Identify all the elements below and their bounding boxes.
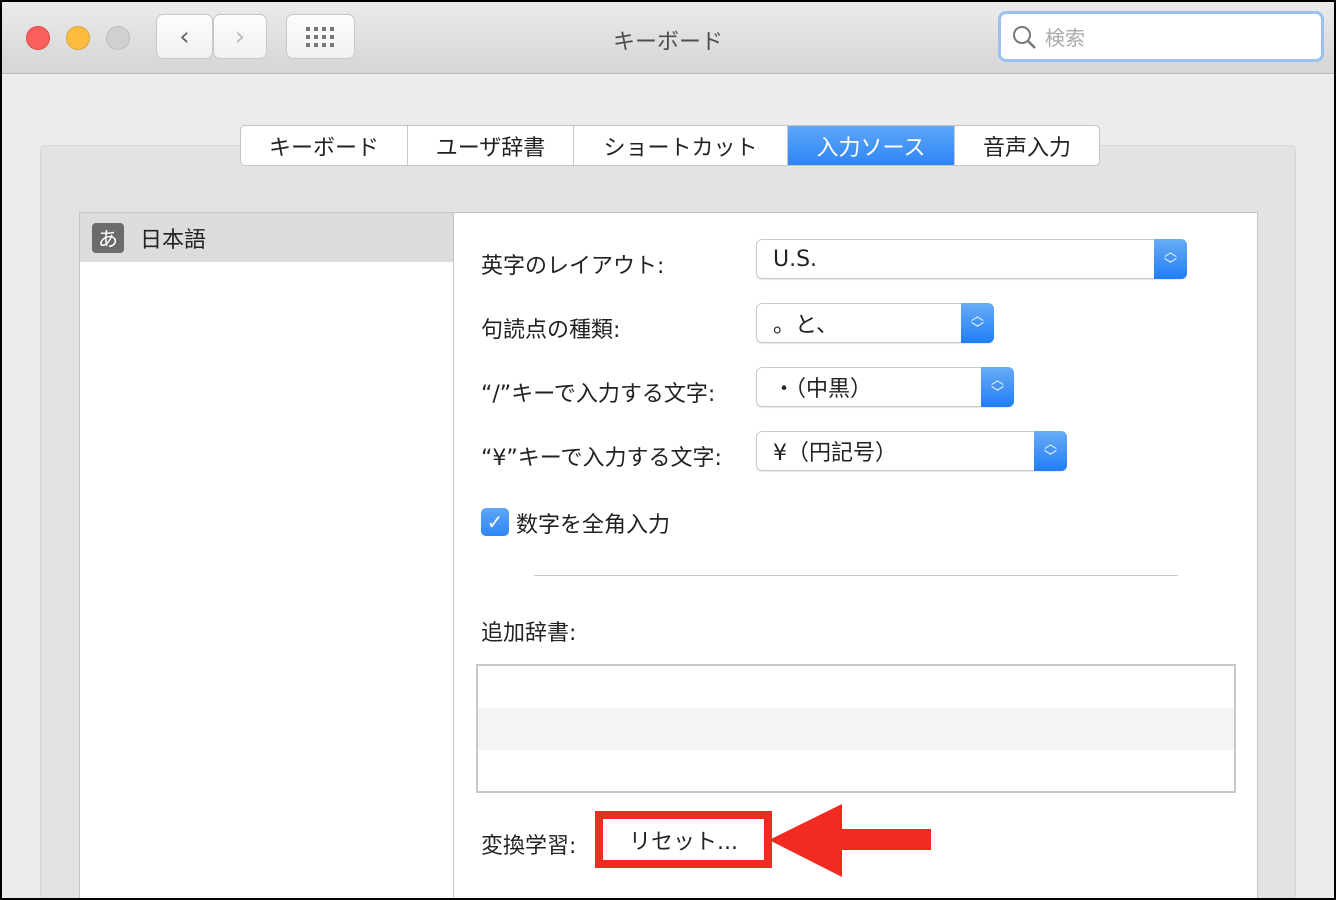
- yen-key-popup[interactable]: ¥（円記号） ︿ ﹀: [756, 431, 1067, 471]
- keyboard-preferences-window: ‹ › キーボード 検索 キーボード ユーザ辞書 ショートカット 入力ソース 音…: [2, 2, 1334, 898]
- conversion-learning-label: 変換学習:: [481, 834, 577, 859]
- tab-bar: キーボード ユーザ辞書 ショートカット 入力ソース 音声入力: [240, 125, 1100, 166]
- annotation-arrow-icon: [769, 804, 931, 877]
- search-placeholder: 検索: [1045, 26, 1085, 50]
- slash-key-popup[interactable]: ・（中黒） ︿ ﹀: [756, 367, 1014, 407]
- punctuation-value: 。と、: [773, 313, 839, 338]
- layout-popup[interactable]: U.S. ︿ ﹀: [756, 239, 1187, 279]
- chevron-updown-icon: ︿ ﹀: [1154, 239, 1187, 279]
- divider: [534, 575, 1178, 576]
- chevron-updown-icon: ︿ ﹀: [961, 303, 994, 343]
- layout-label: 英字のレイアウト:: [481, 254, 665, 279]
- input-source-japanese[interactable]: あ 日本語: [80, 213, 454, 262]
- tab-shortcuts[interactable]: ショートカット: [574, 126, 788, 165]
- tab-user-dictionary[interactable]: ユーザ辞書: [408, 126, 574, 165]
- layout-value: U.S.: [773, 246, 818, 272]
- additional-dictionaries-list[interactable]: [476, 664, 1236, 793]
- chevron-updown-icon: ︿ ﹀: [1034, 431, 1067, 471]
- input-source-list: あ 日本語: [79, 212, 455, 898]
- tab-input-sources[interactable]: 入力ソース: [788, 126, 955, 165]
- yen-key-value: ¥（円記号）: [773, 441, 897, 466]
- search-icon: [1013, 25, 1036, 49]
- checkmark-icon: ✓: [486, 510, 504, 534]
- tab-dictation[interactable]: 音声入力: [955, 126, 1099, 165]
- search-field[interactable]: 検索: [998, 11, 1324, 62]
- slash-key-value: ・（中黒）: [773, 377, 873, 402]
- punctuation-label: 句読点の種類:: [481, 318, 621, 343]
- title-bar: ‹ › キーボード 検索: [2, 2, 1334, 74]
- fullwidth-numbers-label[interactable]: 数字を全角入力: [516, 507, 670, 539]
- yen-key-label: “¥”キーで入力する文字:: [481, 446, 722, 471]
- slash-key-label: “/”キーで入力する文字:: [481, 382, 716, 407]
- fullwidth-numbers-checkbox[interactable]: ✓: [481, 508, 509, 536]
- list-stripe: [478, 708, 1234, 750]
- settings-pane: 英字のレイアウト: U.S. ︿ ﹀ 句読点の種類: 。と、 ︿ ﹀ “/”キーで入力す…: [453, 212, 1258, 898]
- tab-keyboard[interactable]: キーボード: [241, 126, 408, 165]
- punctuation-popup[interactable]: 。と、 ︿ ﹀: [756, 303, 994, 343]
- hiragana-icon: あ: [92, 222, 124, 253]
- reset-button[interactable]: リセット...: [595, 811, 772, 868]
- chevron-updown-icon: ︿ ﹀: [981, 367, 1014, 407]
- input-source-label: 日本語: [140, 227, 207, 253]
- additional-dictionaries-label: 追加辞書:: [481, 621, 577, 646]
